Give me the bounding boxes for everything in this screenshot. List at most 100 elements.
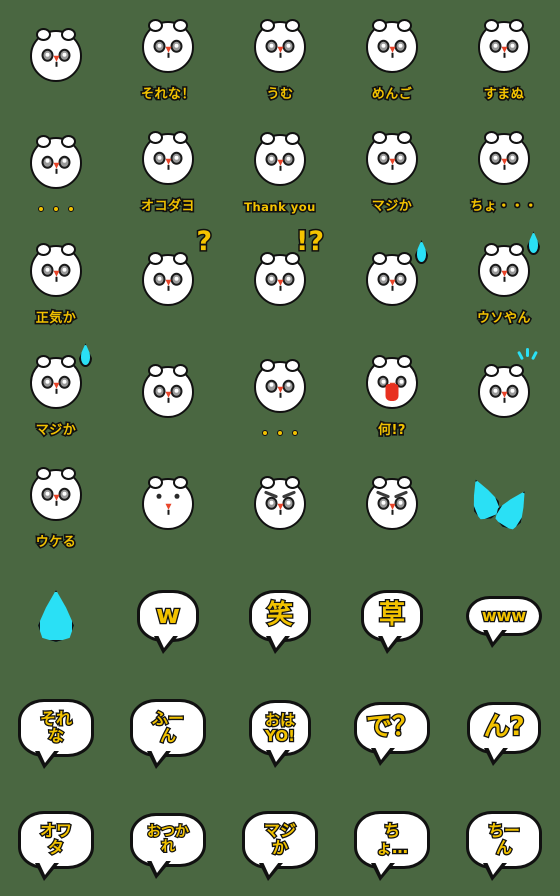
sticker-cell[interactable]: 正気か — [0, 224, 112, 336]
sticker-cell[interactable]: ちょ… — [336, 784, 448, 896]
sticker-cell[interactable]: オコダヨ — [112, 112, 224, 224]
sticker-cell[interactable] — [0, 112, 112, 224]
muzzle — [377, 152, 407, 171]
sticker-cell[interactable]: 草 — [336, 560, 448, 672]
dot — [262, 429, 268, 436]
eye-left-icon — [156, 493, 162, 499]
nose-icon — [277, 386, 283, 393]
sticker-cell[interactable]: w — [112, 560, 224, 672]
bubble-text: 笑 — [266, 600, 295, 631]
sweat-drop-icon — [79, 343, 92, 368]
sticker-cell[interactable]: 何!? — [336, 336, 448, 448]
ear-left-icon — [484, 19, 499, 33]
sticker-cell[interactable]: Thank you — [224, 112, 336, 224]
nose-icon — [165, 279, 171, 286]
sticker-label: オコダヨ — [139, 198, 196, 216]
ear-left-icon — [484, 364, 499, 377]
sticker-cell[interactable]: それな！ — [112, 0, 224, 112]
speech-bubble-icon: ん? — [467, 702, 541, 766]
sticker-cell[interactable]: ん? — [448, 672, 560, 784]
bubble-tail — [147, 749, 171, 769]
bubble-text: w — [155, 600, 182, 631]
sticker-cell[interactable]: ちーん — [448, 784, 560, 896]
eye-shine — [510, 388, 515, 393]
sticker-cell[interactable]: ふーん — [112, 672, 224, 784]
eye-right-icon — [282, 379, 295, 393]
bubble-tail — [371, 861, 395, 881]
eye-left-icon — [153, 152, 166, 166]
eye-right-icon — [506, 40, 519, 54]
sticker-label: 正気か — [34, 310, 77, 328]
sticker-art: おつかれ — [130, 802, 206, 879]
sticker-cell[interactable]: それな — [0, 672, 112, 784]
sparkle-icon — [517, 348, 540, 362]
sticker-cell[interactable]: ? — [112, 224, 224, 336]
nose-icon — [389, 47, 395, 54]
sticker-cell[interactable]: すまぬ — [448, 0, 560, 112]
speech-bubble-icon: ふーん — [130, 699, 206, 769]
ear-right-icon — [61, 355, 76, 369]
eye-shine — [510, 155, 515, 160]
eye-right-icon — [58, 155, 71, 169]
ear-right-icon — [397, 131, 412, 145]
sticker-art: 草 — [354, 578, 430, 654]
bear-face-icon — [30, 243, 82, 298]
sticker-cell[interactable] — [224, 336, 336, 448]
sticker-cell[interactable]: で？ — [336, 672, 448, 784]
sticker-cell[interactable]: オワタ — [0, 784, 112, 896]
sticker-cell[interactable]: !? — [224, 224, 336, 336]
eye-right-icon — [506, 152, 519, 166]
mouth-line — [503, 277, 505, 283]
sticker-cell[interactable] — [336, 224, 448, 336]
eye-shine — [157, 155, 162, 160]
sticker-cell[interactable]: マジか — [224, 784, 336, 896]
sticker-art — [354, 121, 430, 197]
sticker-cell[interactable]: おは YO! — [224, 672, 336, 784]
eye-shine — [398, 500, 403, 505]
sticker-cell[interactable] — [0, 0, 112, 112]
mouth-line — [503, 53, 505, 59]
sticker-cell[interactable]: ウケる — [0, 448, 112, 560]
sticker-cell[interactable]: 笑 — [224, 560, 336, 672]
eye-left-icon — [265, 152, 278, 166]
muzzle — [489, 384, 519, 403]
sticker-cell[interactable]: うむ — [224, 0, 336, 112]
sparkle-line — [517, 350, 524, 361]
eye-left-icon — [41, 488, 54, 502]
eye-shine — [381, 276, 386, 281]
sticker-cell[interactable]: ウソやん — [448, 224, 560, 336]
sticker-cell[interactable]: おつかれ — [112, 784, 224, 896]
sticker-cell[interactable] — [112, 448, 224, 560]
ear-left-icon — [36, 28, 51, 41]
sticker-cell[interactable] — [0, 560, 112, 672]
nose-icon — [277, 279, 283, 286]
sticker-cell[interactable]: ちょ・・・ — [448, 112, 560, 224]
ear-right-icon — [173, 476, 188, 489]
sticker-cell[interactable] — [336, 448, 448, 560]
mouth-line — [391, 285, 393, 291]
eye-left-icon — [377, 40, 390, 54]
sticker-cell[interactable]: マジか — [0, 336, 112, 448]
bear-face-icon — [366, 19, 418, 74]
eye-shine — [45, 267, 50, 272]
ear-left-icon — [260, 19, 275, 33]
eye-shine — [269, 382, 274, 387]
sticker-art — [18, 125, 94, 201]
sticker-cell[interactable] — [224, 448, 336, 560]
speech-bubble-icon: おは YO! — [248, 699, 311, 769]
mouth-line — [391, 53, 393, 59]
sticker-cell[interactable] — [112, 336, 224, 448]
sticker-cell[interactable]: マジか — [336, 112, 448, 224]
bear-face-icon — [254, 19, 306, 74]
nose-icon — [53, 162, 59, 169]
eye-right-icon — [282, 272, 295, 286]
eye-shine — [269, 276, 274, 281]
sticker-cell[interactable] — [448, 448, 560, 560]
sticker-label: Thank you — [243, 200, 317, 215]
eye-shine — [269, 500, 274, 505]
speech-bubble-icon: 笑 — [249, 590, 311, 654]
sticker-cell[interactable]: めんご — [336, 0, 448, 112]
sticker-cell[interactable]: www — [448, 560, 560, 672]
eye-right-icon — [170, 152, 183, 166]
sticker-cell[interactable] — [448, 336, 560, 448]
